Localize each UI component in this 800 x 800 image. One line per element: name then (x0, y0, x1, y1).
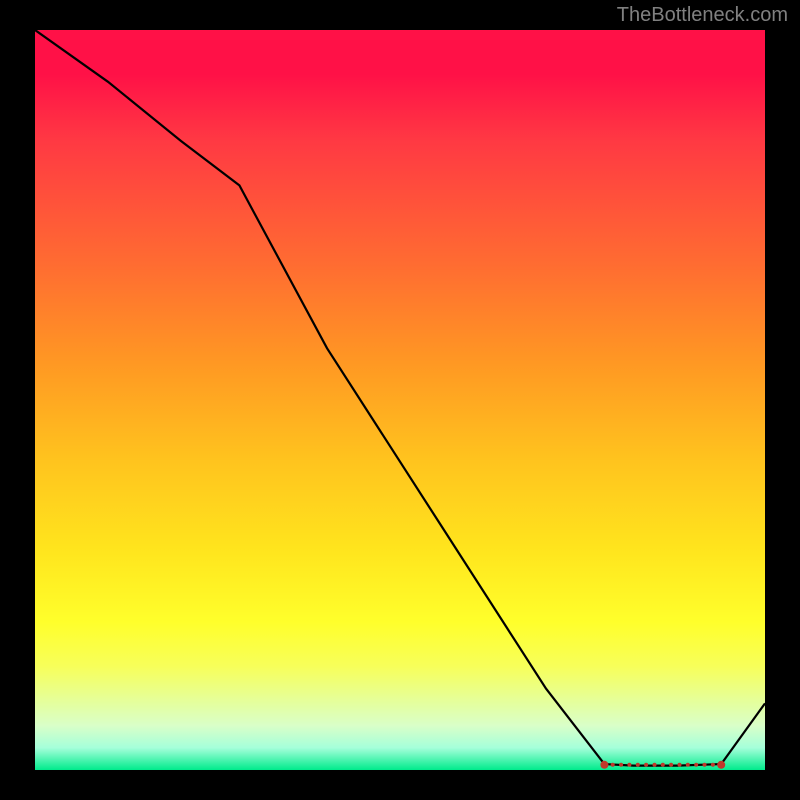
flat-segment-beads (600, 761, 725, 769)
plot-area (35, 30, 765, 770)
chart-frame: TheBottleneck.com (0, 0, 800, 800)
series-line (35, 30, 765, 766)
watermark-text: TheBottleneck.com (617, 4, 788, 27)
line-svg (35, 30, 765, 770)
